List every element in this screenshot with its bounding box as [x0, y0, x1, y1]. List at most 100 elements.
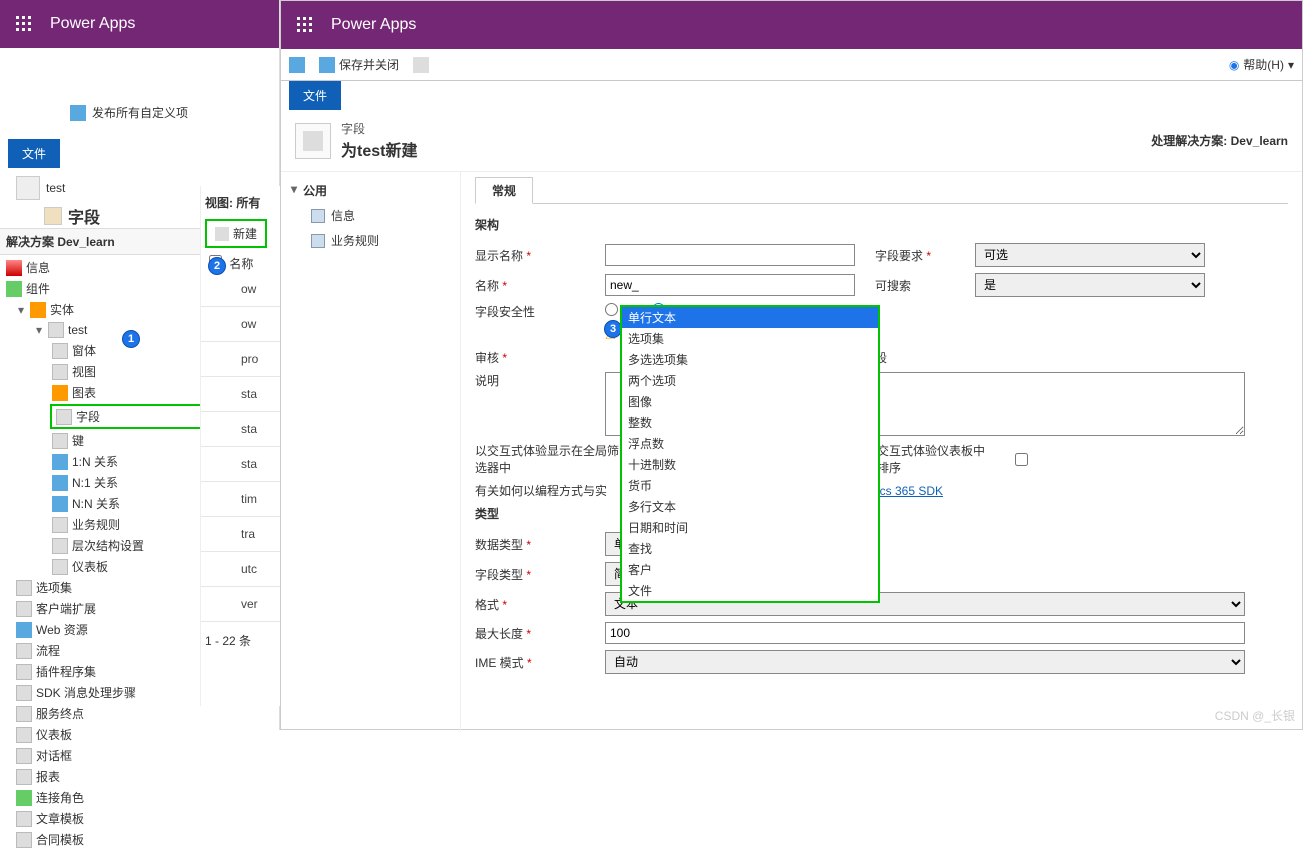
- searchable-label: 可搜索: [875, 277, 965, 294]
- sdk-note: 有关如何以编程方式与实: [475, 482, 607, 499]
- ime-select[interactable]: 自动: [605, 650, 1245, 674]
- display-name-input[interactable]: [605, 244, 855, 266]
- rel-icon: [52, 496, 68, 512]
- dropdown-option[interactable]: 货币: [622, 475, 878, 496]
- tree-dialogs[interactable]: 对话框: [0, 745, 279, 766]
- tree-endpoint[interactable]: 服务终点: [0, 703, 279, 724]
- dropdown-option[interactable]: 十进制数: [622, 454, 878, 475]
- list-item[interactable]: sta: [201, 377, 280, 412]
- tree-connroles[interactable]: 连接角色: [0, 787, 279, 808]
- sortable-checkbox[interactable]: [1015, 453, 1028, 466]
- section-schema: 架构: [475, 216, 1288, 233]
- publish-icon: [70, 105, 86, 121]
- save-button[interactable]: [289, 57, 305, 73]
- dropdown-option[interactable]: 多行文本: [622, 496, 878, 517]
- nav-rules[interactable]: 业务规则: [289, 228, 452, 253]
- entity-node-icon: [48, 322, 64, 338]
- dashboard-icon: [16, 727, 32, 743]
- interactive-label: 以交互式体验显示在全局筛选器中: [475, 442, 625, 476]
- field-req-select[interactable]: 可选: [975, 243, 1205, 267]
- view-label: 视图:: [205, 196, 233, 210]
- waffle-icon[interactable]: [287, 7, 323, 43]
- left-topbar: Power Apps: [0, 0, 279, 48]
- dropdown-option[interactable]: 图像: [622, 391, 878, 412]
- form-area: 常规 架构 显示名称 字段要求 可选 名称 可搜索 是: [461, 172, 1302, 732]
- tree-dashboards2[interactable]: 仪表板: [0, 724, 279, 745]
- sdk-icon: [16, 685, 32, 701]
- form-icon: [52, 343, 68, 359]
- dashboard-icon: [52, 559, 68, 575]
- caret-icon: ▾: [289, 182, 299, 199]
- dropdown-option[interactable]: 多选选项集: [622, 349, 878, 370]
- save-close-icon: [319, 57, 335, 73]
- help-link[interactable]: ◉帮助(H) ▾: [1229, 56, 1294, 73]
- publish-label: 发布所有自定义项: [92, 104, 188, 121]
- list-item[interactable]: ow: [201, 272, 280, 307]
- properties-button[interactable]: [413, 57, 429, 73]
- list-item[interactable]: ver: [201, 587, 280, 622]
- fields-icon: [56, 409, 72, 425]
- entity-header-icon: [16, 176, 40, 200]
- list-item[interactable]: pro: [201, 342, 280, 377]
- dropdown-option[interactable]: 文件: [622, 580, 878, 601]
- solution-info: 处理解决方案: Dev_learn: [1151, 132, 1288, 149]
- nav-group[interactable]: ▾公用: [289, 178, 452, 203]
- ribbon: 保存并关闭 ◉帮助(H) ▾: [281, 49, 1302, 81]
- globe-icon: [16, 622, 32, 638]
- list-item[interactable]: tim: [201, 482, 280, 517]
- hierarchy-icon: [52, 538, 68, 554]
- rules-icon: [311, 234, 325, 248]
- dropdown-option[interactable]: 浮点数: [622, 433, 878, 454]
- save-close-button[interactable]: 保存并关闭: [319, 56, 399, 73]
- searchable-select[interactable]: 是: [975, 273, 1205, 297]
- entity-icon: [30, 302, 46, 318]
- tree-reports[interactable]: 报表: [0, 766, 279, 787]
- sub-file-row: 文件: [281, 81, 1302, 110]
- new-button[interactable]: 新建: [205, 219, 267, 248]
- file-tab[interactable]: 文件: [8, 139, 60, 168]
- rel-icon: [52, 454, 68, 470]
- maxlen-input[interactable]: [605, 622, 1245, 644]
- list-item[interactable]: tra: [201, 517, 280, 552]
- gear-icon: [303, 131, 323, 151]
- side-nav: ▾公用 信息 业务规则: [281, 172, 461, 732]
- list-item[interactable]: ow: [201, 307, 280, 342]
- dropdown-option[interactable]: 单行文本: [622, 307, 878, 328]
- properties-icon: [413, 57, 429, 73]
- dropdown-option[interactable]: 选项集: [622, 328, 878, 349]
- nav-info[interactable]: 信息: [289, 203, 452, 228]
- publish-row[interactable]: 发布所有自定义项: [0, 96, 279, 129]
- list-item[interactable]: utc: [201, 552, 280, 587]
- tree-articletpl[interactable]: 文章模板: [0, 808, 279, 829]
- dropdown-option[interactable]: 日期和时间: [622, 517, 878, 538]
- dropdown-option[interactable]: 查找: [622, 538, 878, 559]
- callout-badge-1: 1: [122, 330, 140, 348]
- display-name-label: 显示名称: [475, 247, 605, 264]
- enable-radio[interactable]: [605, 303, 618, 316]
- name-input[interactable]: [605, 274, 855, 296]
- rel-icon: [52, 475, 68, 491]
- articletpl-icon: [16, 811, 32, 827]
- info-icon: [311, 209, 325, 223]
- entity-name: test: [46, 181, 65, 195]
- left-brand: Power Apps: [50, 15, 135, 33]
- tab-general[interactable]: 常规: [475, 177, 533, 204]
- section-type: 类型: [475, 505, 1288, 522]
- data-type-dropdown[interactable]: 单行文本选项集多选选项集两个选项图像整数浮点数十进制数货币多行文本日期和时间查找…: [620, 305, 880, 603]
- col-name: 名称: [229, 257, 253, 271]
- right-topbar: Power Apps: [281, 1, 1302, 49]
- list-item[interactable]: sta: [201, 412, 280, 447]
- dropdown-option[interactable]: 两个选项: [622, 370, 878, 391]
- file-tab-right[interactable]: 文件: [289, 81, 341, 110]
- dropdown-option[interactable]: 客户: [622, 559, 878, 580]
- breadcrumb: 字段: [341, 120, 417, 137]
- list-item[interactable]: sta: [201, 447, 280, 482]
- file-tab-row: 文件: [0, 139, 279, 168]
- dropdown-option[interactable]: 整数: [622, 412, 878, 433]
- tree-contracttpl[interactable]: 合同模板: [0, 829, 279, 850]
- interactive2-label: 在交互式体验仪表板中可排序: [865, 442, 985, 476]
- report-icon: [16, 769, 32, 785]
- plugin-icon: [16, 664, 32, 680]
- header-row: 字段 为test新建 处理解决方案: Dev_learn: [281, 110, 1302, 172]
- waffle-icon[interactable]: [6, 6, 42, 42]
